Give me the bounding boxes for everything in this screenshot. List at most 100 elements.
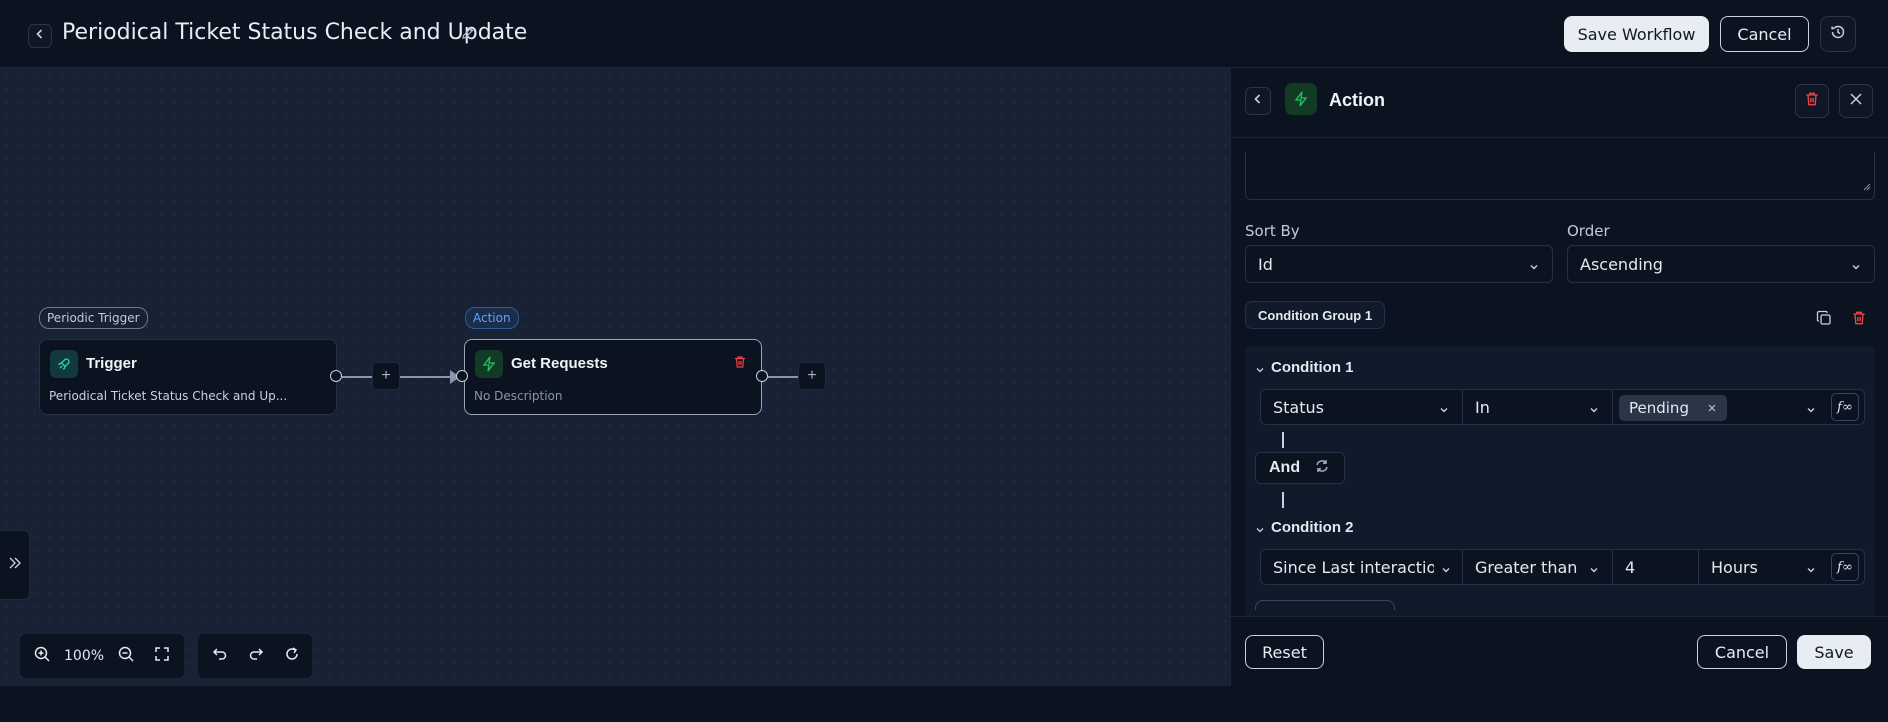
zoom-toolbar: 100%	[20, 634, 184, 678]
condition-1-row: Status In Pending f∞	[1260, 389, 1865, 425]
zoom-out-button[interactable]	[108, 638, 144, 674]
fit-view-button[interactable]	[144, 638, 180, 674]
condition-2-operator: Greater than	[1475, 557, 1578, 577]
panel-title: Action	[1329, 90, 1385, 110]
undo-button[interactable]	[202, 638, 238, 674]
action-config-panel: Action Sort By Id Order Ascending Condit…	[1230, 68, 1888, 686]
chevron-down-icon	[1850, 258, 1862, 277]
back-button[interactable]	[28, 24, 52, 48]
copy-icon[interactable]	[1816, 310, 1832, 331]
formula-button[interactable]: f∞	[1831, 553, 1859, 581]
redo-icon	[248, 646, 264, 667]
chevron-down-icon[interactable]	[1255, 362, 1265, 380]
logic-connector-label: And	[1269, 459, 1301, 476]
order-label: Order	[1567, 222, 1610, 240]
trigger-node-title: Trigger	[86, 355, 137, 372]
trigger-type-pill: Periodic Trigger	[39, 307, 148, 329]
close-icon[interactable]	[1707, 399, 1717, 417]
action-input-port[interactable]	[456, 370, 468, 382]
lightning-icon	[475, 350, 503, 378]
trash-icon[interactable]	[733, 355, 747, 374]
reset-button[interactable]: Reset	[1245, 635, 1324, 669]
trigger-node[interactable]: Trigger Periodical Ticket Status Check a…	[39, 339, 337, 415]
chevron-down-icon	[1440, 561, 1452, 580]
redo-button[interactable]	[238, 638, 274, 674]
condition-1-operator: In	[1475, 397, 1490, 417]
condition-1-title: Condition 1	[1271, 359, 1354, 376]
header-cancel-button[interactable]: Cancel	[1720, 16, 1809, 52]
chevron-down-icon	[1588, 401, 1600, 420]
add-node-button[interactable]: +	[372, 362, 400, 390]
history-toolbar	[198, 634, 312, 678]
double-chevron-right-icon	[7, 555, 23, 576]
zoom-out-icon	[117, 645, 135, 668]
refresh-icon	[284, 646, 300, 667]
delete-action-button[interactable]	[1795, 84, 1829, 118]
condition-2-field-select[interactable]: Since Last interaction	[1261, 550, 1463, 584]
panel-cancel-button[interactable]: Cancel	[1697, 635, 1787, 669]
close-icon	[1849, 92, 1863, 111]
chevron-down-icon	[1438, 401, 1450, 420]
condition-2-value-input[interactable]: 4	[1613, 550, 1699, 584]
condition-1-operator-select[interactable]: In	[1463, 390, 1613, 424]
condition-group-badge: Condition Group 1	[1245, 301, 1386, 329]
expand-sidebar-button[interactable]	[0, 530, 30, 600]
trigger-output-port[interactable]	[330, 370, 342, 382]
condition-1-field: Status	[1273, 397, 1324, 417]
action-output-port[interactable]	[756, 370, 768, 382]
edit-pencil-icon[interactable]	[460, 25, 476, 46]
rocket-icon	[50, 350, 78, 378]
edge-segment	[400, 376, 456, 378]
chevron-left-icon	[34, 27, 46, 45]
close-panel-button[interactable]	[1839, 84, 1873, 118]
action-node[interactable]: Get Requests No Description	[464, 339, 762, 415]
history-button[interactable]	[1820, 16, 1856, 52]
action-node-subtitle: No Description	[474, 389, 563, 403]
add-condition-button-partial[interactable]	[1255, 600, 1395, 610]
description-textarea[interactable]	[1245, 152, 1875, 200]
plus-icon: +	[807, 367, 817, 384]
chevron-down-icon	[1588, 561, 1600, 580]
plus-icon: +	[381, 367, 391, 384]
save-workflow-button[interactable]: Save Workflow	[1564, 16, 1709, 52]
undo-icon	[212, 646, 228, 667]
formula-button[interactable]: f∞	[1831, 393, 1859, 421]
refresh-button[interactable]	[274, 638, 310, 674]
zoom-in-button[interactable]	[24, 638, 60, 674]
panel-footer: Reset Cancel Save	[1231, 616, 1888, 686]
trash-icon	[1804, 91, 1820, 112]
edge-segment	[768, 376, 798, 378]
sort-by-value: Id	[1258, 254, 1273, 274]
chevron-down-icon	[1805, 561, 1817, 580]
action-node-title: Get Requests	[511, 355, 608, 372]
condition-2-unit-select[interactable]: Hours f∞	[1699, 550, 1866, 584]
condition-2-title: Condition 2	[1271, 519, 1354, 536]
panel-header: Action	[1231, 68, 1888, 138]
workflow-canvas[interactable]: Periodic Trigger Trigger Periodical Tick…	[0, 68, 1230, 686]
action-type-pill: Action	[465, 307, 519, 329]
connector-line	[1282, 492, 1284, 508]
condition-1-value-select[interactable]: Pending f∞	[1613, 390, 1866, 424]
order-value: Ascending	[1580, 254, 1663, 274]
trash-icon[interactable]	[1851, 310, 1867, 331]
zoom-level: 100%	[64, 648, 105, 664]
save-button[interactable]: Save	[1797, 635, 1871, 669]
condition-2-unit: Hours	[1711, 557, 1758, 577]
condition-2-operator-select[interactable]: Greater than	[1463, 550, 1613, 584]
chevron-down-icon[interactable]	[1255, 522, 1265, 540]
logic-connector-toggle[interactable]: And	[1255, 452, 1345, 484]
history-icon	[1829, 23, 1847, 46]
zoom-in-icon	[33, 645, 51, 668]
workflow-title: Periodical Ticket Status Check and Updat…	[62, 20, 528, 45]
condition-2-value: 4	[1625, 557, 1636, 577]
swap-icon	[1314, 458, 1330, 479]
condition-1-field-select[interactable]: Status	[1261, 390, 1463, 424]
fullscreen-icon	[154, 646, 170, 667]
sort-by-select[interactable]: Id	[1245, 245, 1553, 283]
panel-back-button[interactable]	[1245, 87, 1271, 115]
order-select[interactable]: Ascending	[1567, 245, 1875, 283]
lightning-icon	[1285, 83, 1317, 115]
edge-segment	[342, 376, 372, 378]
add-node-button-2[interactable]: +	[798, 362, 826, 390]
bottom-strip	[0, 686, 1888, 722]
